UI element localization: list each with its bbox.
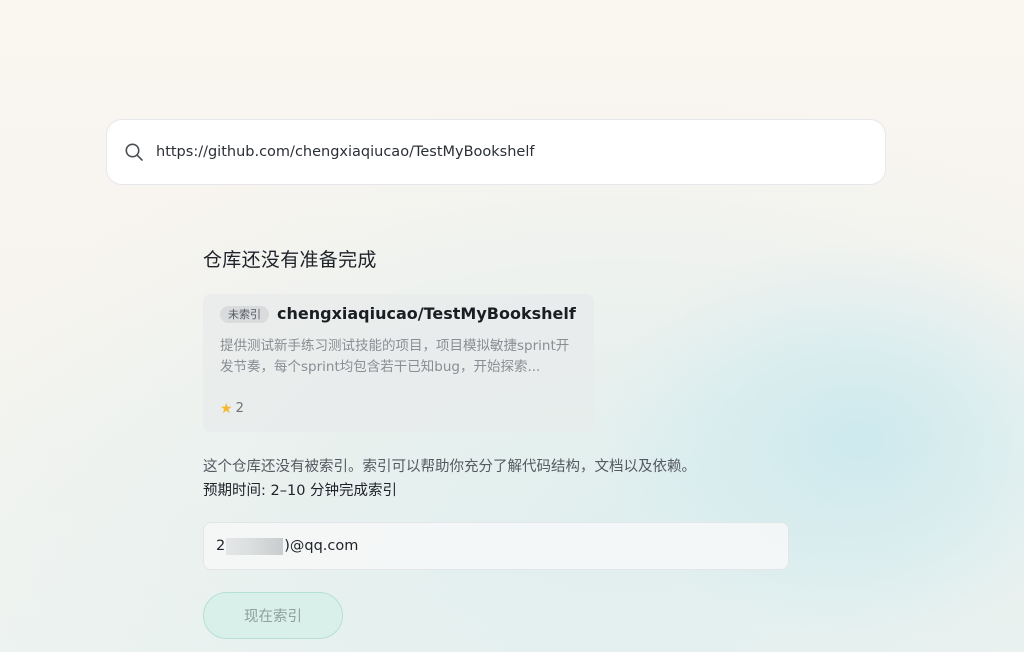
email-prefix: 2 — [216, 538, 226, 554]
repo-name: chengxiaqiucao/TestMyBookshelf — [277, 304, 576, 323]
email-redaction — [226, 537, 284, 555]
email-field[interactable]: 2 )@qq.com — [203, 522, 789, 570]
repo-card-header: 未索引 chengxiaqiucao/TestMyBookshelf — [220, 303, 577, 325]
star-count: 2 — [235, 401, 244, 416]
index-now-button[interactable]: 现在索引 — [203, 592, 343, 639]
search-icon — [124, 142, 144, 162]
index-info-text: 这个仓库还没有被索引。索引可以帮助你充分了解代码结构，文档以及依赖。 — [203, 459, 696, 475]
status-badge: 未索引 — [220, 305, 269, 323]
email-suffix: )@qq.com — [284, 538, 359, 554]
search-bar[interactable] — [106, 119, 886, 185]
search-input[interactable] — [156, 144, 836, 160]
repo-stars: ★ 2 — [220, 401, 244, 416]
repo-card[interactable]: 未索引 chengxiaqiucao/TestMyBookshelf 提供测试新… — [203, 294, 594, 432]
main-content: 仓库还没有准备完成 未索引 chengxiaqiucao/TestMyBooks… — [203, 244, 803, 639]
index-info: 这个仓库还没有被索引。索引可以帮助你充分了解代码结构，文档以及依赖。 预期时间:… — [203, 456, 803, 502]
page-title: 仓库还没有准备完成 — [203, 249, 377, 271]
eta-text: 预期时间: 2–10 分钟完成索引 — [203, 483, 398, 499]
star-icon: ★ — [220, 400, 233, 417]
repo-description: 提供测试新手练习测试技能的项目，项目模拟敏捷sprint开发节奏，每个sprin… — [220, 338, 570, 375]
